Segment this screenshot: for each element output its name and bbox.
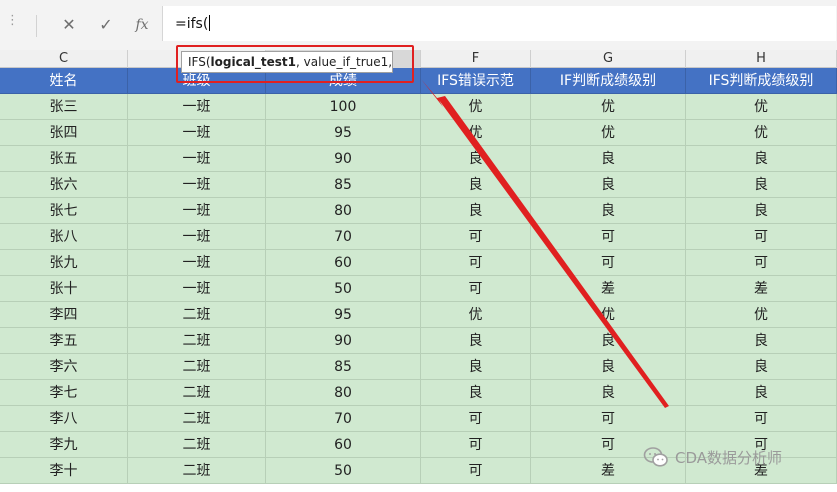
red-arrow <box>421 79 669 408</box>
watermark: CDA数据分析师 <box>643 444 782 470</box>
wechat-icon <box>643 447 668 467</box>
arrow-shape <box>421 79 669 408</box>
watermark-text: CDA数据分析师 <box>675 448 783 467</box>
